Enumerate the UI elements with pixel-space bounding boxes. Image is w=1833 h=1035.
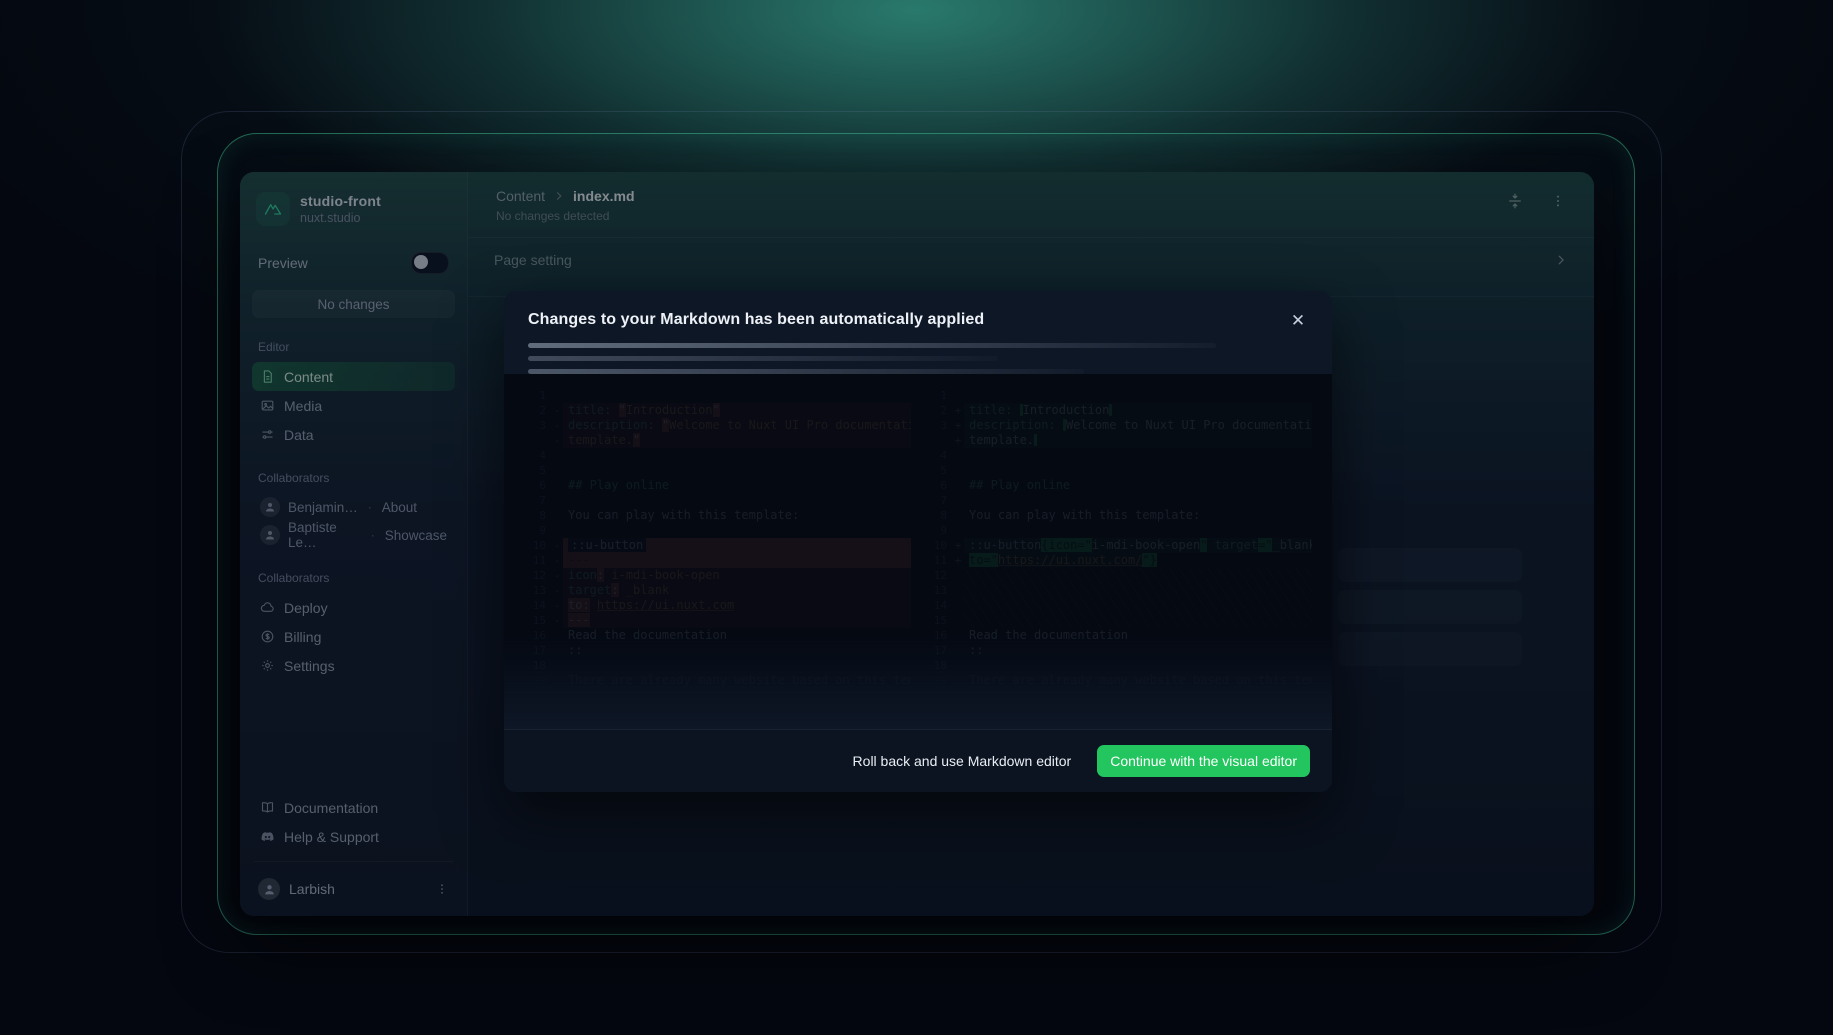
skeleton-line bbox=[528, 343, 1216, 348]
diff-view: 1---2-title: "Introduction"3-description… bbox=[504, 374, 1332, 729]
continue-visual-editor-button[interactable]: Continue with the visual editor bbox=[1097, 745, 1310, 777]
skeleton-line bbox=[528, 356, 998, 361]
diff-pane-after: 1---2+title: Introduction3+description: … bbox=[925, 388, 1312, 729]
markdown-changes-modal: Changes to your Markdown has been automa… bbox=[504, 291, 1332, 792]
rollback-button[interactable]: Roll back and use Markdown editor bbox=[853, 753, 1072, 769]
modal-footer: Roll back and use Markdown editor Contin… bbox=[504, 729, 1332, 792]
close-icon[interactable]: ✕ bbox=[1284, 307, 1312, 335]
page-background: studio-front nuxt.studio Preview No chan… bbox=[0, 0, 1833, 1035]
modal-title: Changes to your Markdown has been automa… bbox=[528, 311, 1308, 329]
diff-row: 4--- bbox=[925, 448, 1312, 463]
